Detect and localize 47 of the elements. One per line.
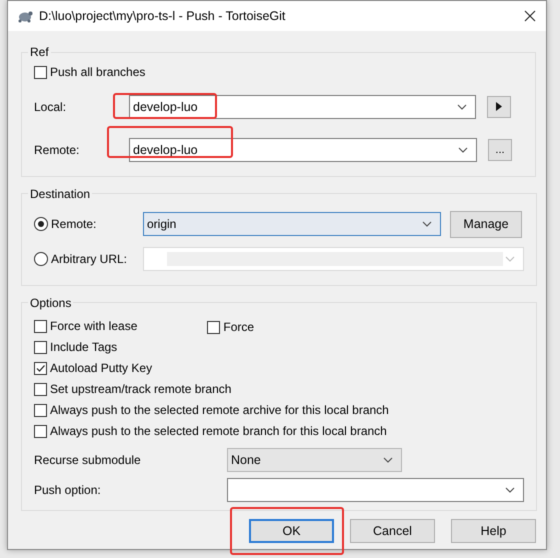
- branch-combobox[interactable]: develop-luo: [129, 94, 476, 118]
- field-label: Push option:: [34, 482, 102, 496]
- checkbox[interactable]: [34, 404, 47, 416]
- browse-button[interactable]: ...: [488, 138, 512, 160]
- group-title: Ref: [29, 45, 50, 59]
- chevron-down-icon[interactable]: [505, 486, 515, 492]
- checkbox[interactable]: [34, 382, 47, 396]
- dialog-button[interactable]: Help: [451, 518, 536, 542]
- radio-option[interactable]: Remote:: [34, 217, 143, 231]
- checkbox[interactable]: [34, 362, 47, 374]
- branch-combobox[interactable]: develop-luo: [129, 138, 477, 162]
- checkbox-label: Include Tags: [50, 340, 118, 354]
- play-icon: [496, 102, 502, 111]
- field-label: Recurse submodule: [34, 452, 142, 466]
- field-label: Local:: [34, 100, 68, 114]
- radio-label: Remote:: [51, 217, 96, 231]
- radio-option[interactable]: Arbitrary URL:: [34, 252, 143, 266]
- radio-button[interactable]: [34, 217, 48, 231]
- checkbox[interactable]: [34, 320, 47, 332]
- checkbox[interactable]: [34, 340, 47, 354]
- chevron-down-icon[interactable]: [458, 146, 468, 152]
- checkbox[interactable]: [207, 320, 220, 334]
- turtle-icon: [17, 9, 33, 23]
- dialog-button[interactable]: Cancel: [350, 518, 435, 542]
- checkbox-item[interactable]: Force with lease: [34, 319, 138, 333]
- push-option-combobox[interactable]: [227, 478, 524, 502]
- chevron-down-icon[interactable]: [383, 456, 393, 462]
- group-title: Options: [29, 296, 72, 310]
- checkbox-item[interactable]: Include Tags: [34, 340, 118, 354]
- checkbox[interactable]: [34, 424, 47, 438]
- group-title: Destination: [29, 186, 92, 200]
- field-label: Remote:: [34, 142, 80, 156]
- radio-button[interactable]: [34, 252, 48, 266]
- remote-combobox[interactable]: origin: [143, 212, 441, 236]
- checkbox-label: Force: [223, 320, 254, 334]
- submodule-dropdown[interactable]: None: [227, 448, 402, 472]
- chevron-down-icon[interactable]: [457, 104, 467, 110]
- window-title: D:\luo\project\my\pro-ts-l - Push - TortoiseGit: [39, 9, 286, 23]
- chevron-down-icon[interactable]: [422, 221, 432, 227]
- next-button[interactable]: [487, 96, 511, 118]
- checkbox-item[interactable]: Force: [207, 320, 254, 334]
- checkbox-label: Force with lease: [50, 319, 138, 333]
- radio-label: Arbitrary URL:: [51, 252, 128, 266]
- close-icon[interactable]: [524, 10, 536, 22]
- dialog-button[interactable]: OK: [249, 518, 334, 542]
- checkbox[interactable]: [34, 66, 47, 78]
- manage-button[interactable]: Manage: [450, 210, 522, 238]
